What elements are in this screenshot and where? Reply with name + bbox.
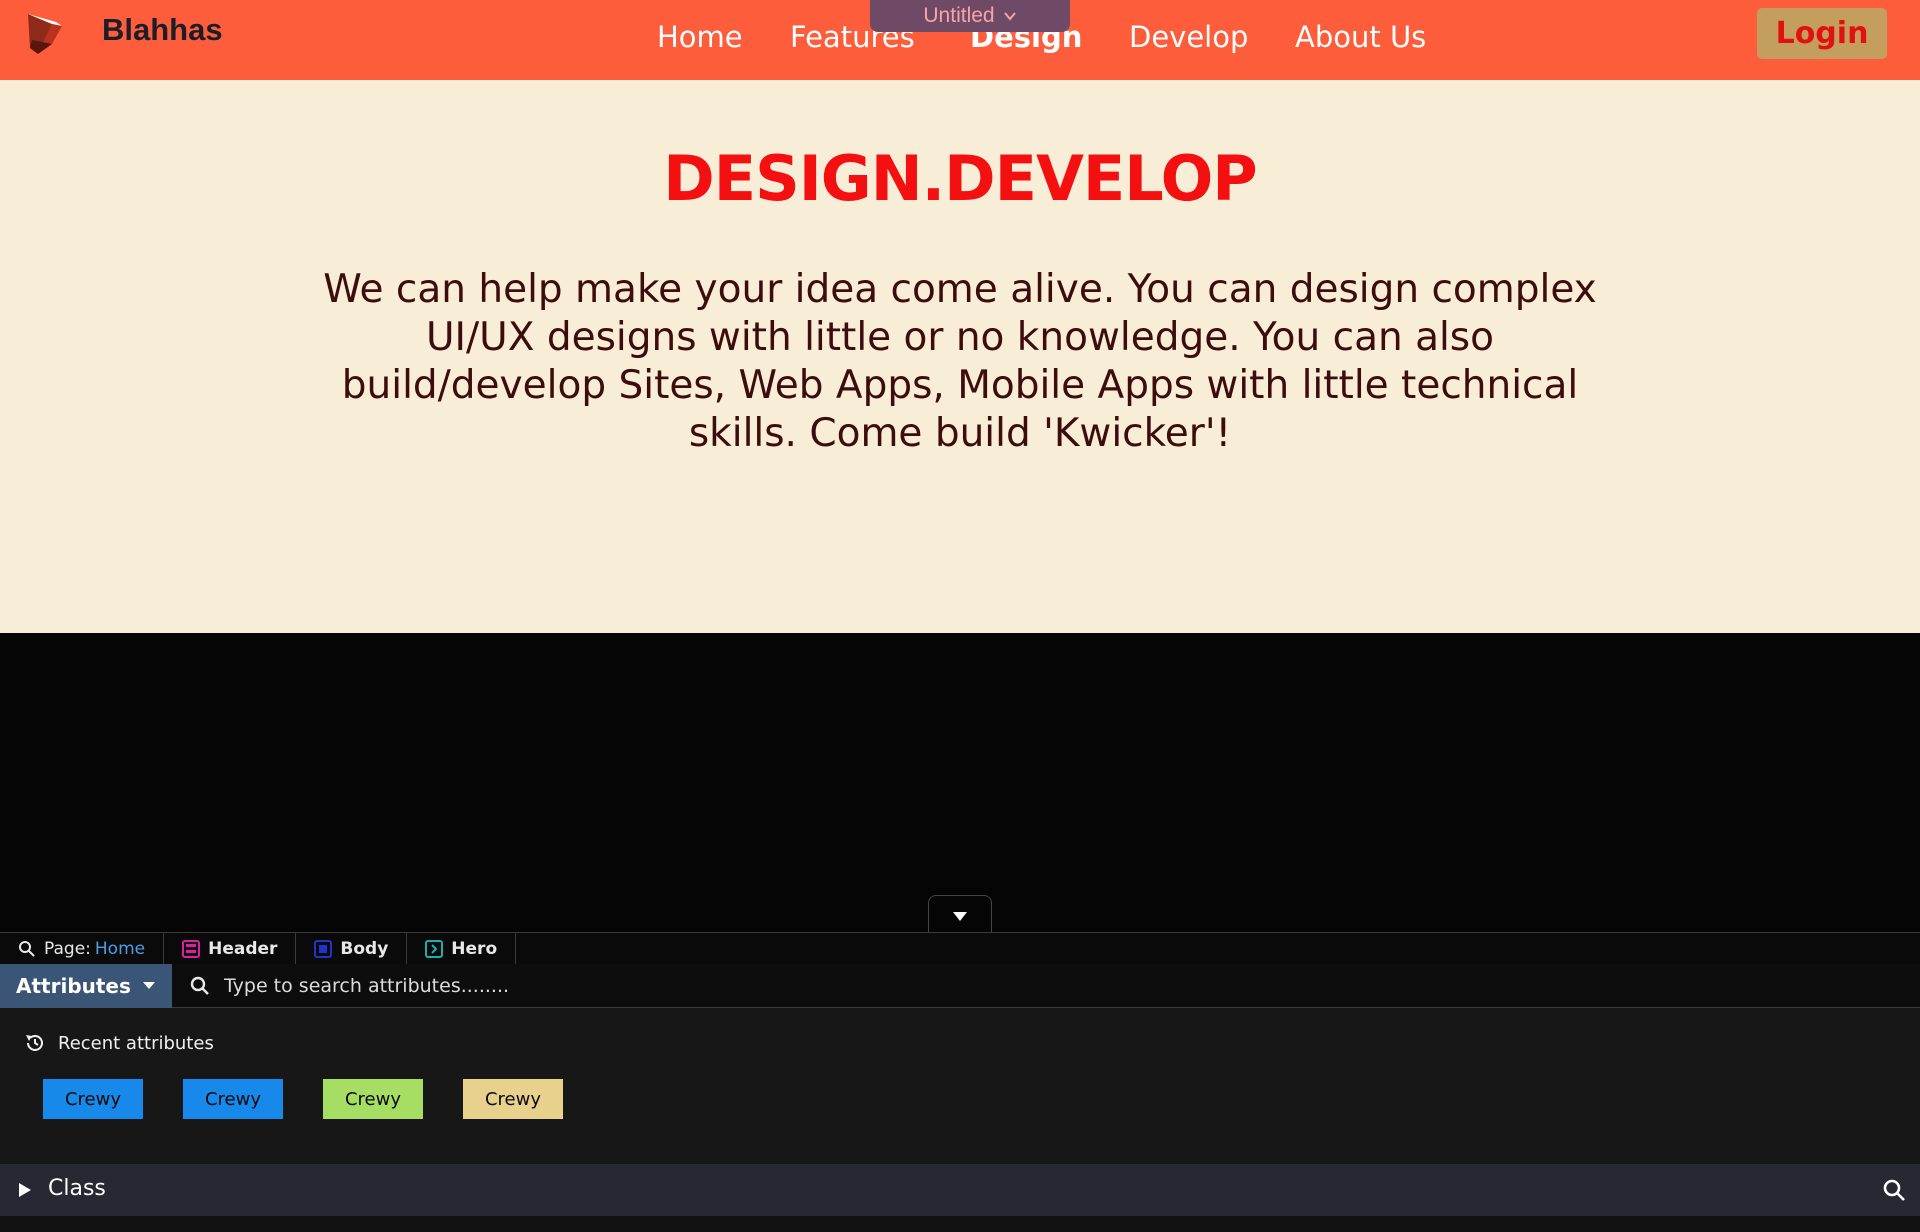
attribute-chip[interactable]: Crewy: [323, 1079, 423, 1119]
search-icon[interactable]: [1882, 1178, 1906, 1202]
body-section-icon: [314, 939, 333, 958]
nav-home[interactable]: Home: [657, 20, 743, 54]
breadcrumb-body[interactable]: Body: [296, 932, 408, 965]
breadcrumb-header-label: Header: [208, 938, 278, 959]
breadcrumb-hero-label: Hero: [451, 938, 498, 959]
header-section-icon: [182, 939, 201, 958]
login-button[interactable]: Login: [1757, 8, 1887, 59]
breadcrumb-page[interactable]: Page: Home: [0, 932, 165, 965]
page-selector[interactable]: Untitled: [870, 0, 1070, 32]
page-selector-label: Untitled: [923, 4, 995, 27]
hero-section: DESIGN.DEVELOP We can help make your ide…: [0, 80, 1920, 633]
attributes-toolbar: Attributes: [0, 964, 1920, 1008]
breadcrumb: Page: Home Header Body Hero: [0, 932, 1920, 965]
hero-section-icon: [425, 939, 444, 958]
breadcrumb-body-label: Body: [340, 938, 389, 959]
recent-attributes-label: Recent attributes: [58, 1032, 214, 1054]
breadcrumb-header[interactable]: Header: [164, 932, 297, 965]
attribute-search-input[interactable]: [224, 975, 824, 997]
breadcrumb-page-label: Page:: [44, 938, 91, 959]
attribute-chip[interactable]: Crewy: [463, 1079, 563, 1119]
caret-down-icon: [142, 982, 155, 989]
nav-develop[interactable]: Develop: [1129, 20, 1248, 54]
site-header: Blahhas Home Features Design Develop Abo…: [0, 0, 1920, 80]
history-icon: [26, 1034, 43, 1051]
breadcrumb-page-link[interactable]: Home: [95, 939, 145, 959]
attributes-dropdown[interactable]: Attributes: [0, 964, 172, 1008]
hero-title: DESIGN.DEVELOP: [663, 142, 1257, 215]
panel-collapse-button[interactable]: [928, 895, 992, 937]
panel-footer: [0, 1216, 1920, 1232]
attributes-panel: Recent attributes Crewy Crewy Crewy Crew…: [0, 1008, 1920, 1164]
brand-name[interactable]: Blahhas: [102, 12, 223, 48]
recent-attributes-header: Recent attributes: [24, 1032, 214, 1054]
hero-description: We can help make your idea come alive. Y…: [323, 267, 1597, 456]
nav-about-us[interactable]: About Us: [1295, 20, 1426, 54]
attribute-chip[interactable]: Crewy: [183, 1079, 283, 1119]
breadcrumb-hero[interactable]: Hero: [407, 932, 517, 965]
attribute-chip[interactable]: Crewy: [43, 1079, 143, 1119]
search-icon: [19, 940, 35, 957]
expand-triangle-icon[interactable]: [18, 1182, 32, 1198]
attributes-dropdown-label: Attributes: [16, 974, 131, 998]
attribute-search: [190, 970, 890, 1002]
logo-icon[interactable]: [26, 10, 66, 56]
caret-down-icon: [953, 911, 967, 921]
class-section: Class: [0, 1164, 1920, 1216]
class-section-label: Class: [48, 1176, 106, 1201]
chevron-down-icon: [1003, 12, 1016, 21]
search-icon: [190, 976, 209, 995]
